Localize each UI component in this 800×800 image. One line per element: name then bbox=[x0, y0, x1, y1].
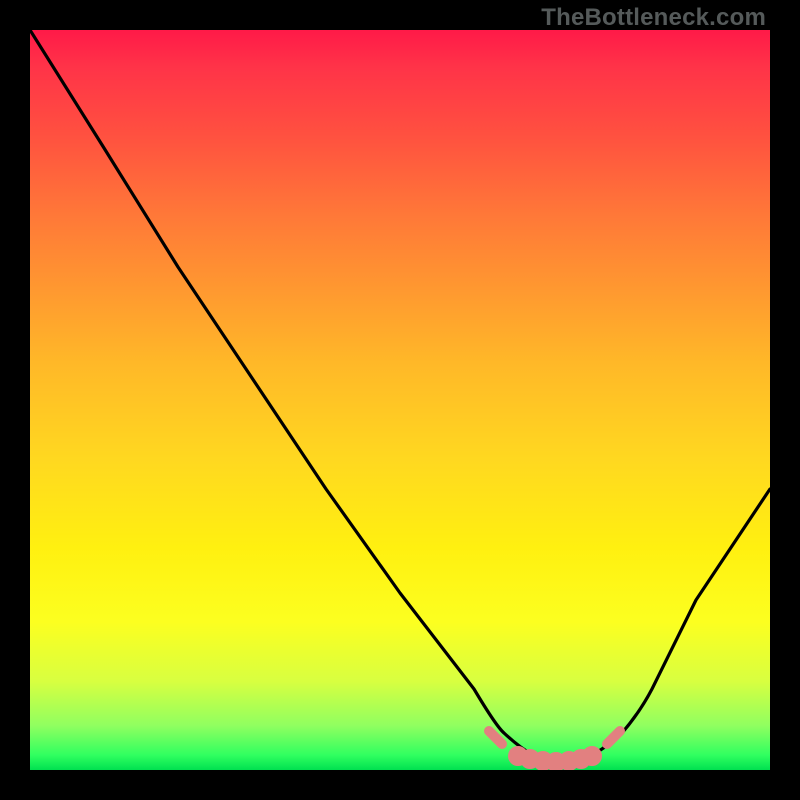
bottleneck-curve-line bbox=[30, 30, 770, 763]
marker-left bbox=[489, 731, 502, 744]
marker-dot bbox=[587, 751, 597, 761]
chart-svg bbox=[30, 30, 770, 770]
chart-frame bbox=[30, 30, 770, 770]
watermark-text: TheBottleneck.com bbox=[541, 4, 766, 32]
marker-right bbox=[607, 731, 620, 744]
